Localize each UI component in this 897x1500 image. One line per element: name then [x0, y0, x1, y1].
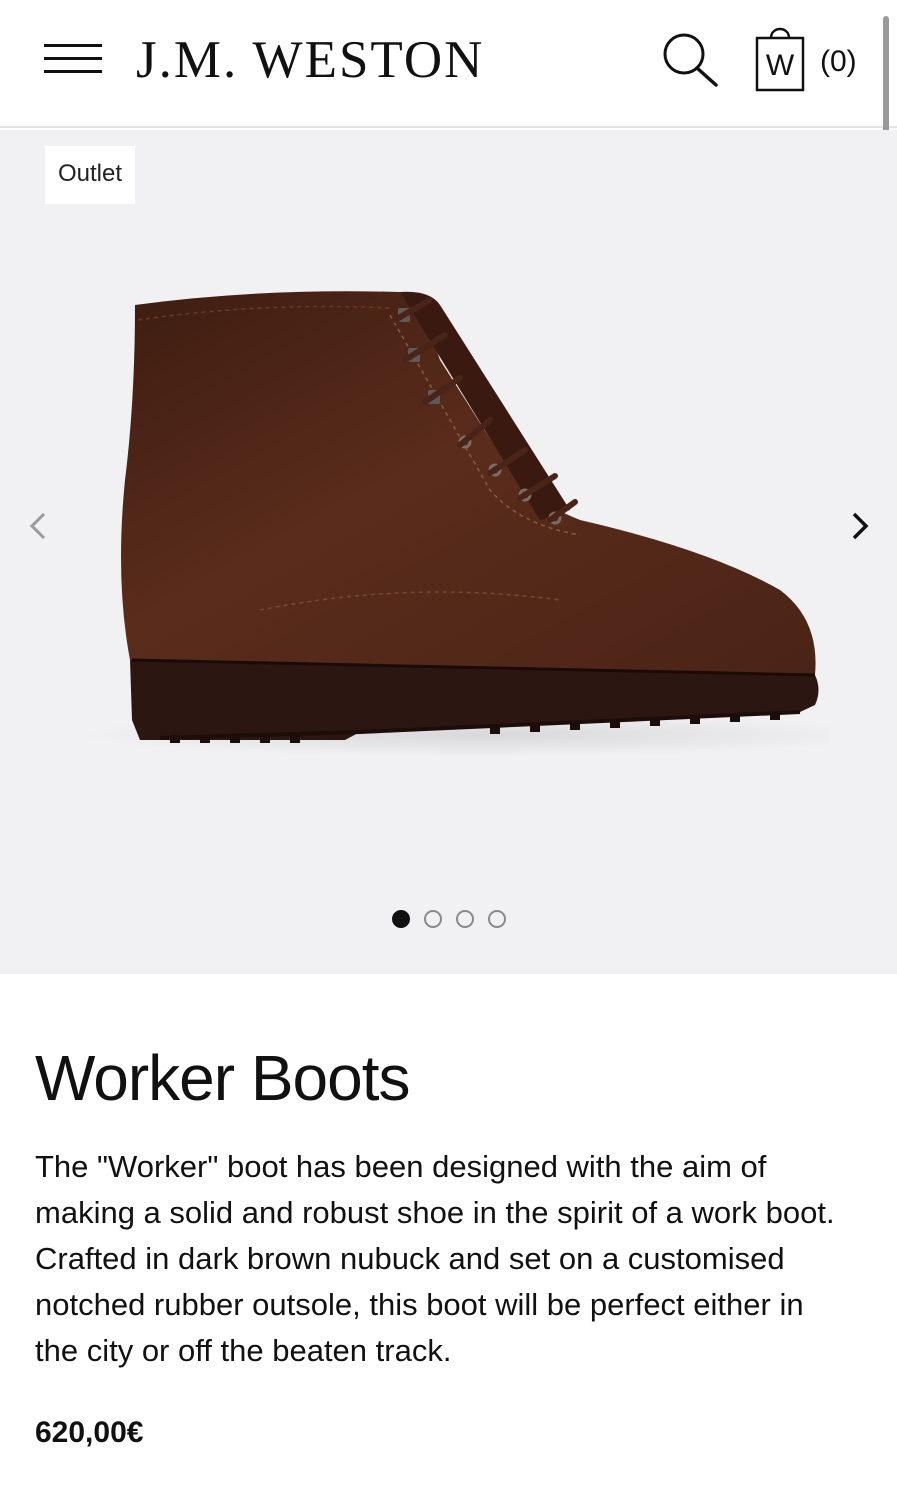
product-gallery: Outlet [0, 130, 897, 974]
chevron-left-icon [29, 512, 46, 540]
slide-dot-1[interactable] [392, 910, 410, 928]
product-description: The "Worker" boot has been designed with… [35, 1149, 835, 1368]
product-title: Worker Boots [35, 1042, 410, 1114]
chevron-right-icon [852, 512, 869, 540]
previous-slide-button[interactable] [18, 506, 58, 546]
slide-dot-4[interactable] [488, 910, 506, 928]
outlet-badge-label: Outlet [57, 160, 123, 187]
bag-letter: W [766, 49, 795, 82]
cart-count[interactable]: (0) [820, 44, 857, 80]
outlet-badge: Outlet [45, 146, 135, 204]
product-price: 620,00€ [35, 1416, 144, 1449]
slide-dot-3[interactable] [456, 910, 474, 928]
slide-dot-2[interactable] [424, 910, 442, 928]
product-image-boot[interactable] [60, 280, 830, 780]
site-header: J.M. WESTON W (0) [0, 0, 897, 128]
shopping-bag-icon[interactable]: W [754, 22, 806, 94]
slide-pagination [390, 910, 520, 930]
brand-logo[interactable]: J.M. WESTON [136, 28, 484, 92]
next-slide-button[interactable] [840, 506, 880, 546]
search-icon[interactable] [658, 30, 722, 90]
hamburger-menu-icon[interactable] [44, 42, 104, 78]
